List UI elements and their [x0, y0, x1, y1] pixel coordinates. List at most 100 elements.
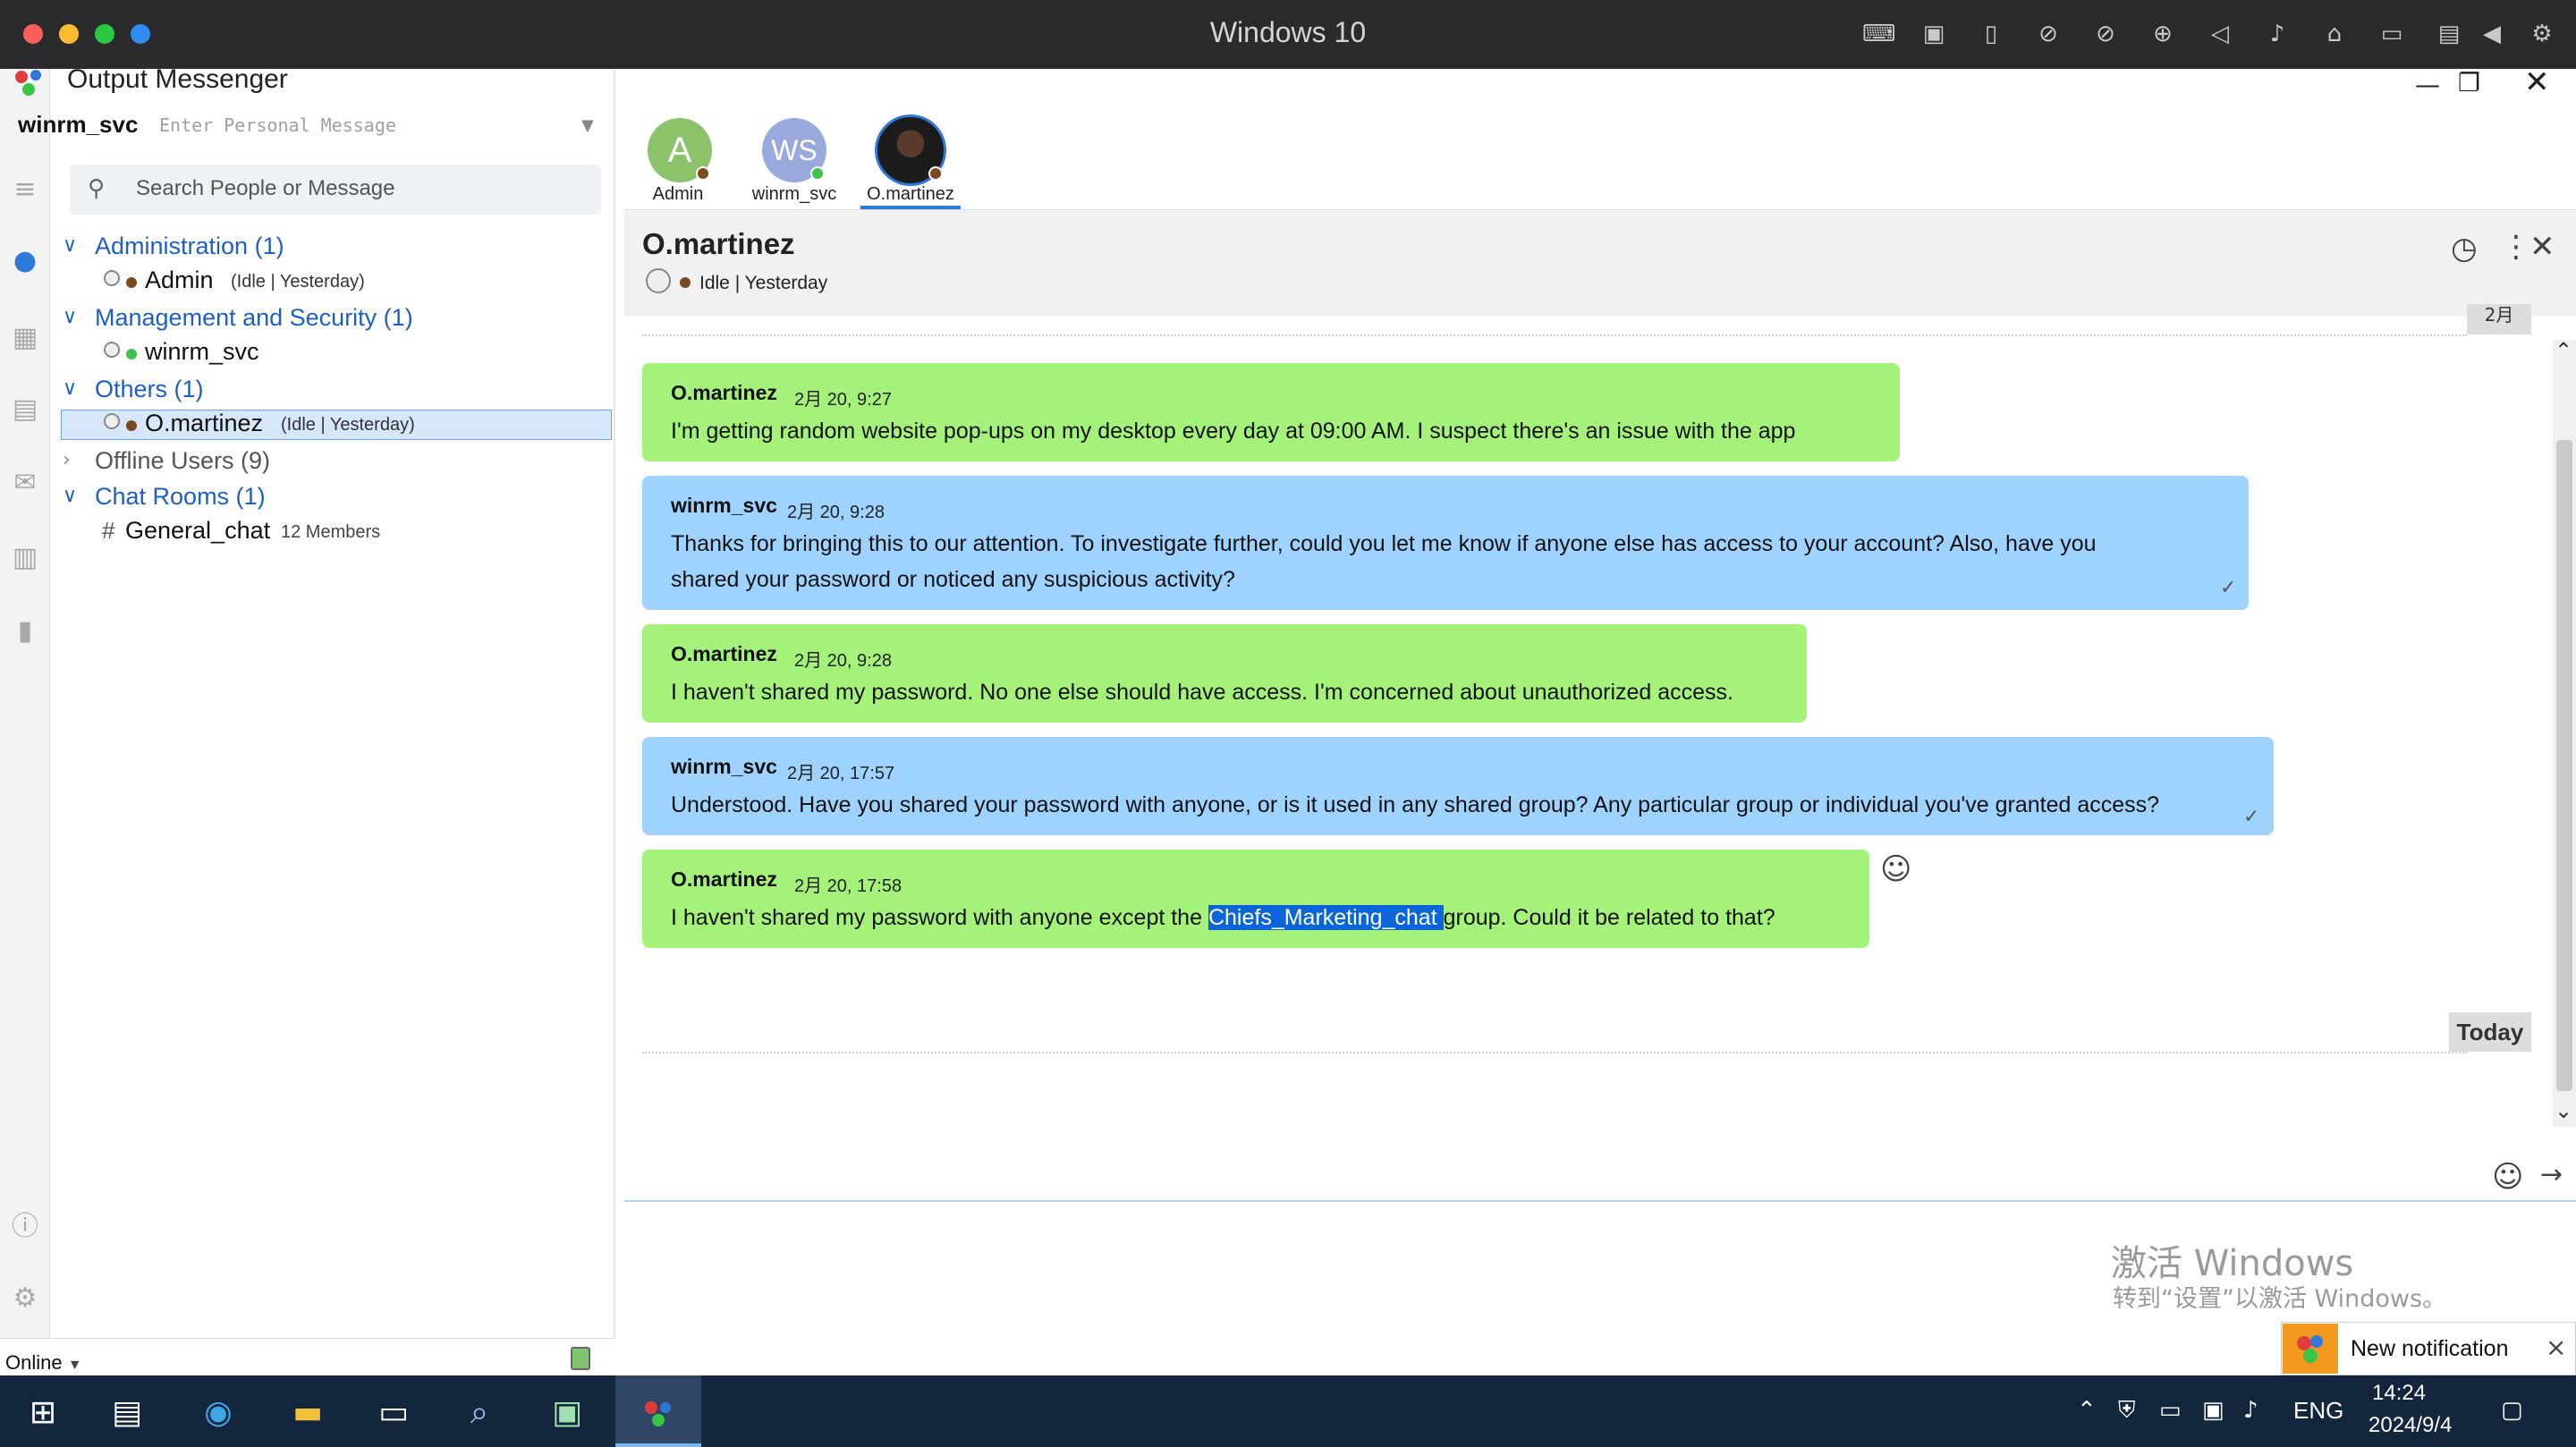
- tray-overflow-icon[interactable]: ⌃: [2077, 1397, 2097, 1424]
- notification-center-icon[interactable]: ▢: [2501, 1397, 2523, 1424]
- file-explorer-icon[interactable]: ▬: [286, 1392, 329, 1434]
- message-bubble[interactable]: O.martinez 2月 20, 17:58 I haven't shared…: [642, 850, 1869, 948]
- message-text-part: I haven't shared my password with anyone…: [671, 905, 1208, 930]
- clock-time[interactable]: 14:24: [2372, 1381, 2426, 1406]
- language-indicator[interactable]: ENG: [2293, 1397, 2343, 1425]
- presence-dropdown[interactable]: Online ▼: [5, 1351, 82, 1375]
- message-bubble[interactable]: winrm_svc 2月 20, 17:57 Understood. Have …: [642, 737, 2274, 835]
- close-icon[interactable]: ✕: [2524, 64, 2550, 100]
- room-name: General_chat: [125, 517, 271, 544]
- chevron-down-icon[interactable]: ▼: [581, 116, 594, 135]
- usb-icon[interactable]: ▯: [1977, 20, 2005, 48]
- group-management-security[interactable]: Management and Security (1): [95, 304, 413, 332]
- history-clock-icon[interactable]: ◷: [2451, 231, 2478, 267]
- scrollbar-thumb[interactable]: [2556, 440, 2572, 1091]
- send-arrow-icon[interactable]: →: [2540, 1159, 2563, 1190]
- tab-admin-label[interactable]: Admin: [620, 184, 736, 205]
- camera-off-icon[interactable]: ⊘: [2034, 20, 2063, 48]
- divider: [642, 334, 2467, 336]
- idle-status-dot: [696, 166, 710, 181]
- calendar-icon[interactable]: ▦: [7, 320, 43, 356]
- speaker-icon[interactable]: ◁: [2206, 20, 2234, 48]
- notification-close-icon[interactable]: ×: [2546, 1333, 2566, 1362]
- restore-icon[interactable]: ❐: [2458, 68, 2480, 97]
- activation-watermark-sub: 转到“设置”以激活 Windows。: [2113, 1285, 2447, 1313]
- search-app-icon[interactable]: ⌕: [458, 1392, 501, 1434]
- minimize-icon[interactable]: —: [2415, 70, 2440, 99]
- printer-icon[interactable]: ⌂: [2320, 20, 2349, 48]
- contact-status: (Idle | Yesterday): [281, 415, 415, 435]
- chevron-right-icon[interactable]: ›: [63, 449, 71, 471]
- edge-browser-icon[interactable]: ◉: [197, 1392, 240, 1434]
- message-sender: winrm_svc: [671, 494, 777, 517]
- message-time: 2月 20, 9:27: [794, 390, 892, 410]
- personal-message-input[interactable]: Enter Personal Message: [159, 114, 396, 136]
- message-time: 2月 20, 9:28: [794, 651, 892, 671]
- microphone-off-icon[interactable]: ♪: [2263, 20, 2292, 48]
- app-title: Output Messenger: [67, 64, 288, 94]
- message-text: I'm getting random website pop-ups on my…: [671, 419, 1796, 444]
- clock-date[interactable]: 2024/9/4: [2368, 1413, 2452, 1438]
- windows-start-icon[interactable]: ⊞: [21, 1392, 64, 1434]
- table-icon[interactable]: ▥: [7, 540, 43, 576]
- chevron-down-icon[interactable]: ∨: [63, 306, 77, 328]
- notification-text: New notification: [2351, 1336, 2509, 1361]
- highlighted-selection: Chiefs_Marketing_chat: [1208, 905, 1444, 930]
- contact-name: Admin: [145, 267, 214, 293]
- task-view-icon[interactable]: ▤: [106, 1392, 148, 1434]
- video-off-icon[interactable]: ▭: [2377, 20, 2406, 48]
- group-offline-users[interactable]: Offline Users (9): [95, 447, 270, 475]
- output-messenger-logo-icon: [2297, 1335, 2323, 1363]
- network-icon[interactable]: ▣: [2202, 1397, 2224, 1424]
- scroll-up-icon[interactable]: ⌃: [2555, 338, 2572, 363]
- read-check-icon: ✓: [2243, 805, 2260, 827]
- chip-icon[interactable]: ▣: [1919, 20, 1948, 48]
- message-bubble[interactable]: O.martinez 2月 20, 9:28 I haven't shared …: [642, 624, 1807, 723]
- group-chat-rooms[interactable]: Chat Rooms (1): [95, 483, 266, 511]
- remote-desktop-icon[interactable]: ▣: [546, 1392, 589, 1434]
- volume-icon[interactable]: ♪: [2243, 1397, 2258, 1424]
- hash-icon: #: [102, 517, 115, 544]
- my-username: winrm_svc: [18, 111, 139, 138]
- online-status-dot: [810, 166, 825, 181]
- emoji-icon[interactable]: ☺: [2492, 1159, 2523, 1195]
- reports-icon[interactable]: ▮: [7, 613, 43, 649]
- clock-icon: [104, 342, 120, 358]
- close-chat-icon[interactable]: ✕: [2529, 229, 2555, 265]
- defender-icon[interactable]: ⛨: [2118, 1397, 2136, 1425]
- group-others[interactable]: Others (1): [95, 376, 204, 403]
- mail-icon[interactable]: ✉: [7, 465, 43, 501]
- today-separator: Today: [2449, 1012, 2531, 1052]
- camera-off-icon-2[interactable]: ⊘: [2091, 20, 2120, 48]
- date-separator: 2月: [2467, 304, 2531, 334]
- message-bubble[interactable]: O.martinez 2月 20, 9:27 I'm getting rando…: [642, 363, 1900, 461]
- info-icon[interactable]: ⓘ: [7, 1209, 43, 1245]
- contacts-icon[interactable]: ●: [7, 243, 43, 279]
- message-text: Thanks for bringing this to our attentio…: [671, 531, 2097, 556]
- folder-share-icon[interactable]: ▤: [2435, 20, 2463, 48]
- collapse-arrow-icon[interactable]: ◀: [2478, 20, 2506, 48]
- settings-icon[interactable]: ⚙: [7, 1281, 43, 1316]
- globe-icon[interactable]: ⊕: [2148, 20, 2177, 48]
- tab-o-martinez-label[interactable]: O.martinez: [852, 184, 969, 205]
- output-messenger-taskbar-icon[interactable]: [637, 1392, 680, 1434]
- group-administration[interactable]: Administration (1): [95, 233, 284, 260]
- menu-icon[interactable]: ≡: [7, 172, 43, 207]
- chevron-down-icon[interactable]: ∨: [63, 377, 77, 400]
- message-bubble[interactable]: winrm_svc 2月 20, 9:28 Thanks for bringin…: [642, 476, 2249, 610]
- settings-gear-icon[interactable]: ⚙: [2528, 20, 2556, 48]
- more-vertical-icon[interactable]: ⋮: [2501, 229, 2531, 265]
- tab-winrm-label[interactable]: winrm_svc: [736, 184, 852, 205]
- power-icon[interactable]: ▭: [2159, 1397, 2182, 1424]
- search-input[interactable]: Search People or Message: [136, 176, 395, 201]
- keyboard-icon[interactable]: ⌨: [1862, 20, 1896, 48]
- notes-icon[interactable]: ▤: [7, 392, 43, 427]
- message-time: 2月 20, 9:28: [787, 503, 885, 522]
- chevron-down-icon[interactable]: ∨: [63, 485, 77, 507]
- emoji-react-icon[interactable]: ☺: [1880, 851, 1911, 887]
- contact-title: O.martinez: [642, 227, 795, 260]
- chevron-down-icon[interactable]: ∨: [63, 234, 77, 257]
- calculator-icon[interactable]: [571, 1347, 590, 1370]
- scroll-down-icon[interactable]: ⌄: [2555, 1098, 2572, 1123]
- terminal-icon[interactable]: ▭: [372, 1392, 415, 1434]
